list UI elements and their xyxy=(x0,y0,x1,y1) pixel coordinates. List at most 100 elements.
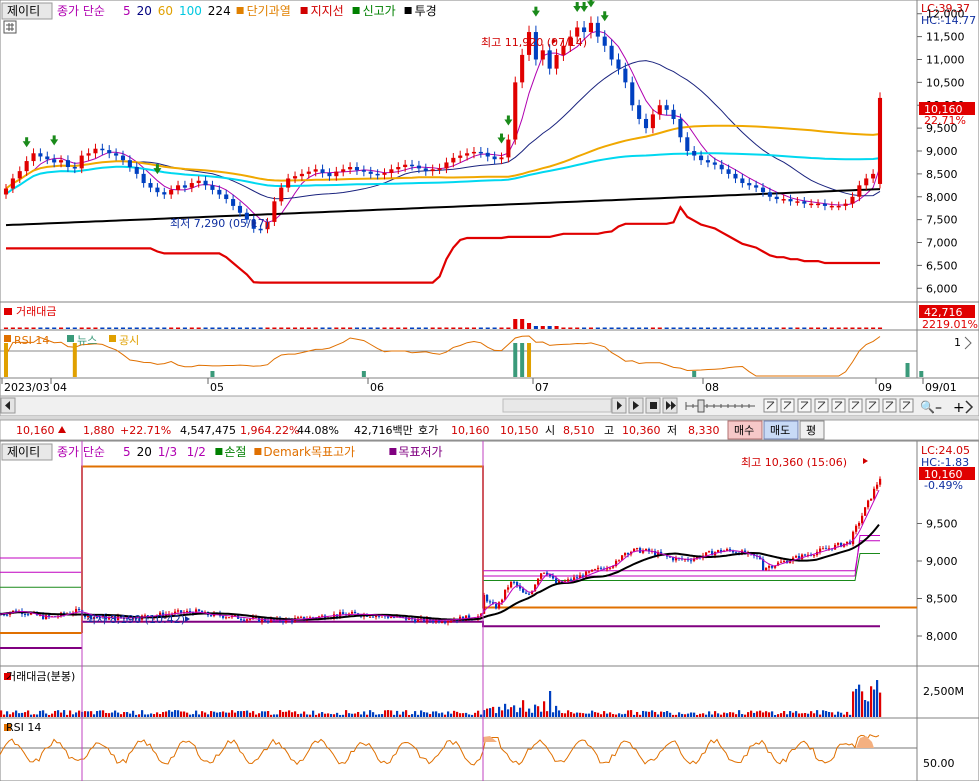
splitter[interactable] xyxy=(0,416,979,420)
intraday-volume-bar xyxy=(786,714,789,717)
bottom-legend-item[interactable]: 손절 xyxy=(224,445,246,459)
intraday-candle xyxy=(300,616,303,618)
new-high-marker-stem xyxy=(589,0,593,3)
volume-bar xyxy=(650,327,655,329)
intraday-volume-bar xyxy=(687,713,690,717)
date-label: 09/01 xyxy=(925,381,957,394)
intraday-volume-bar xyxy=(591,710,594,717)
intraday-volume-bar xyxy=(24,712,27,717)
intraday-volume-bar xyxy=(804,713,807,717)
intraday-volume-bar xyxy=(153,714,156,717)
candle-body xyxy=(100,148,105,151)
candle-body xyxy=(368,171,373,174)
bottom-volume-axis-tag: 2,500M xyxy=(923,685,964,698)
bottom-legend-item[interactable]: Demark목표고가 xyxy=(263,445,355,459)
legend-item[interactable]: 신고가 xyxy=(363,4,396,18)
intraday-volume-bar xyxy=(777,714,780,717)
price-axis-label: 8,000 xyxy=(926,191,958,204)
bottom-legend-item[interactable]: 1/3 xyxy=(158,445,177,459)
bottom-legend-item[interactable]: 종가 단순 xyxy=(57,445,105,459)
volume-bar xyxy=(244,327,249,329)
bottom-volume-panel[interactable] xyxy=(0,665,918,719)
candle-body xyxy=(210,185,215,190)
candle-body xyxy=(375,173,380,176)
volume-panel[interactable] xyxy=(0,301,918,331)
price-axis-label: 7,500 xyxy=(926,214,958,227)
intraday-volume-bar xyxy=(534,704,537,717)
date-axis xyxy=(0,377,979,397)
bottom-rsi-panel[interactable] xyxy=(0,717,918,781)
intraday-volume-bar xyxy=(57,710,60,717)
scroll-thumb[interactable] xyxy=(502,398,612,413)
intraday-volume-bar xyxy=(702,713,705,717)
legend-item[interactable]: 투경 xyxy=(415,4,437,18)
intraday-candle xyxy=(825,548,828,550)
intraday-volume-bar xyxy=(402,711,405,717)
legend-item[interactable]: 20 xyxy=(137,4,152,18)
date-label: 09 xyxy=(878,381,892,394)
zoom-out-minus-icon[interactable]: – xyxy=(935,400,942,416)
legend-item[interactable]: 100 xyxy=(179,4,202,18)
zoom-slider-thumb[interactable] xyxy=(697,399,705,413)
volume-bar xyxy=(664,327,669,329)
volume-bar xyxy=(850,327,855,329)
intraday-volume-bar xyxy=(597,712,600,717)
bottom-legend-item[interactable]: 20 xyxy=(137,445,152,459)
candle-body xyxy=(781,199,786,201)
legend-item[interactable]: 5 xyxy=(123,4,131,18)
candle-body xyxy=(822,203,827,206)
intraday-volume-bar xyxy=(723,712,726,717)
intraday-candle xyxy=(444,622,447,624)
candle-body xyxy=(650,114,655,129)
intraday-volume-bar xyxy=(96,711,99,717)
intraday-volume-bar xyxy=(771,711,774,717)
legend-item[interactable]: 종가 단순 xyxy=(57,4,105,18)
intraday-volume-bar xyxy=(645,711,648,717)
candle-body xyxy=(59,160,64,163)
event-marker xyxy=(905,363,910,377)
bottom-legend-swatch xyxy=(254,448,262,455)
intraday-volume-bar xyxy=(540,711,543,717)
volume-bar xyxy=(458,327,463,329)
volume-bar xyxy=(93,327,98,329)
legend-item[interactable]: 단기과열 xyxy=(247,4,291,18)
zoom-in-icon[interactable]: + xyxy=(953,400,965,416)
intraday-candle xyxy=(450,620,453,622)
volume-bar xyxy=(10,327,15,329)
zoom-out-icon[interactable]: 🔍 xyxy=(920,399,935,414)
legend-item[interactable]: 224 xyxy=(208,4,231,18)
intraday-volume-bar xyxy=(414,711,417,717)
volume-bar xyxy=(31,327,36,329)
ask-buy-price[interactable]: 10,150 xyxy=(500,424,539,437)
legend-item[interactable]: 60 xyxy=(158,4,173,18)
intraday-volume-bar xyxy=(513,705,516,717)
volume-bar xyxy=(588,327,594,329)
legend-item[interactable]: 지지선 xyxy=(311,4,344,18)
intraday-volume-bar xyxy=(282,711,285,717)
volume-bar xyxy=(816,327,821,329)
intraday-volume-bar xyxy=(279,710,282,717)
bottom-legend-item[interactable]: 5 xyxy=(123,445,131,459)
volume-bar xyxy=(547,326,552,329)
intraday-volume-bar xyxy=(141,710,144,717)
bottom-legend-item[interactable]: 목표저가 xyxy=(398,445,442,459)
candle-body xyxy=(430,169,435,172)
volume-bar xyxy=(354,327,360,329)
bottom-legend-item[interactable]: 1/2 xyxy=(187,445,206,459)
intraday-volume-bar xyxy=(318,713,321,717)
volume-bar xyxy=(286,327,291,329)
bottom-price-panel[interactable] xyxy=(0,440,918,667)
intraday-volume-bar xyxy=(183,711,186,717)
candle-body xyxy=(540,50,545,60)
volume-bar xyxy=(788,327,793,329)
grid-icon[interactable] xyxy=(3,20,17,34)
trading-window: 제이티 종가 단순 5 20 60 100 224 단기과열 지지선 신고가 투경 최고 11,9… xyxy=(0,0,979,781)
intraday-candle xyxy=(804,554,807,556)
intraday-volume-bar xyxy=(405,710,408,717)
intraday-volume-bar xyxy=(375,714,378,717)
intraday-volume-bar xyxy=(750,710,753,717)
intraday-volume-bar xyxy=(408,714,411,717)
volume-bar xyxy=(726,327,731,329)
ask-sell-price[interactable]: 10,160 xyxy=(451,424,490,437)
intraday-volume-bar xyxy=(159,713,162,717)
